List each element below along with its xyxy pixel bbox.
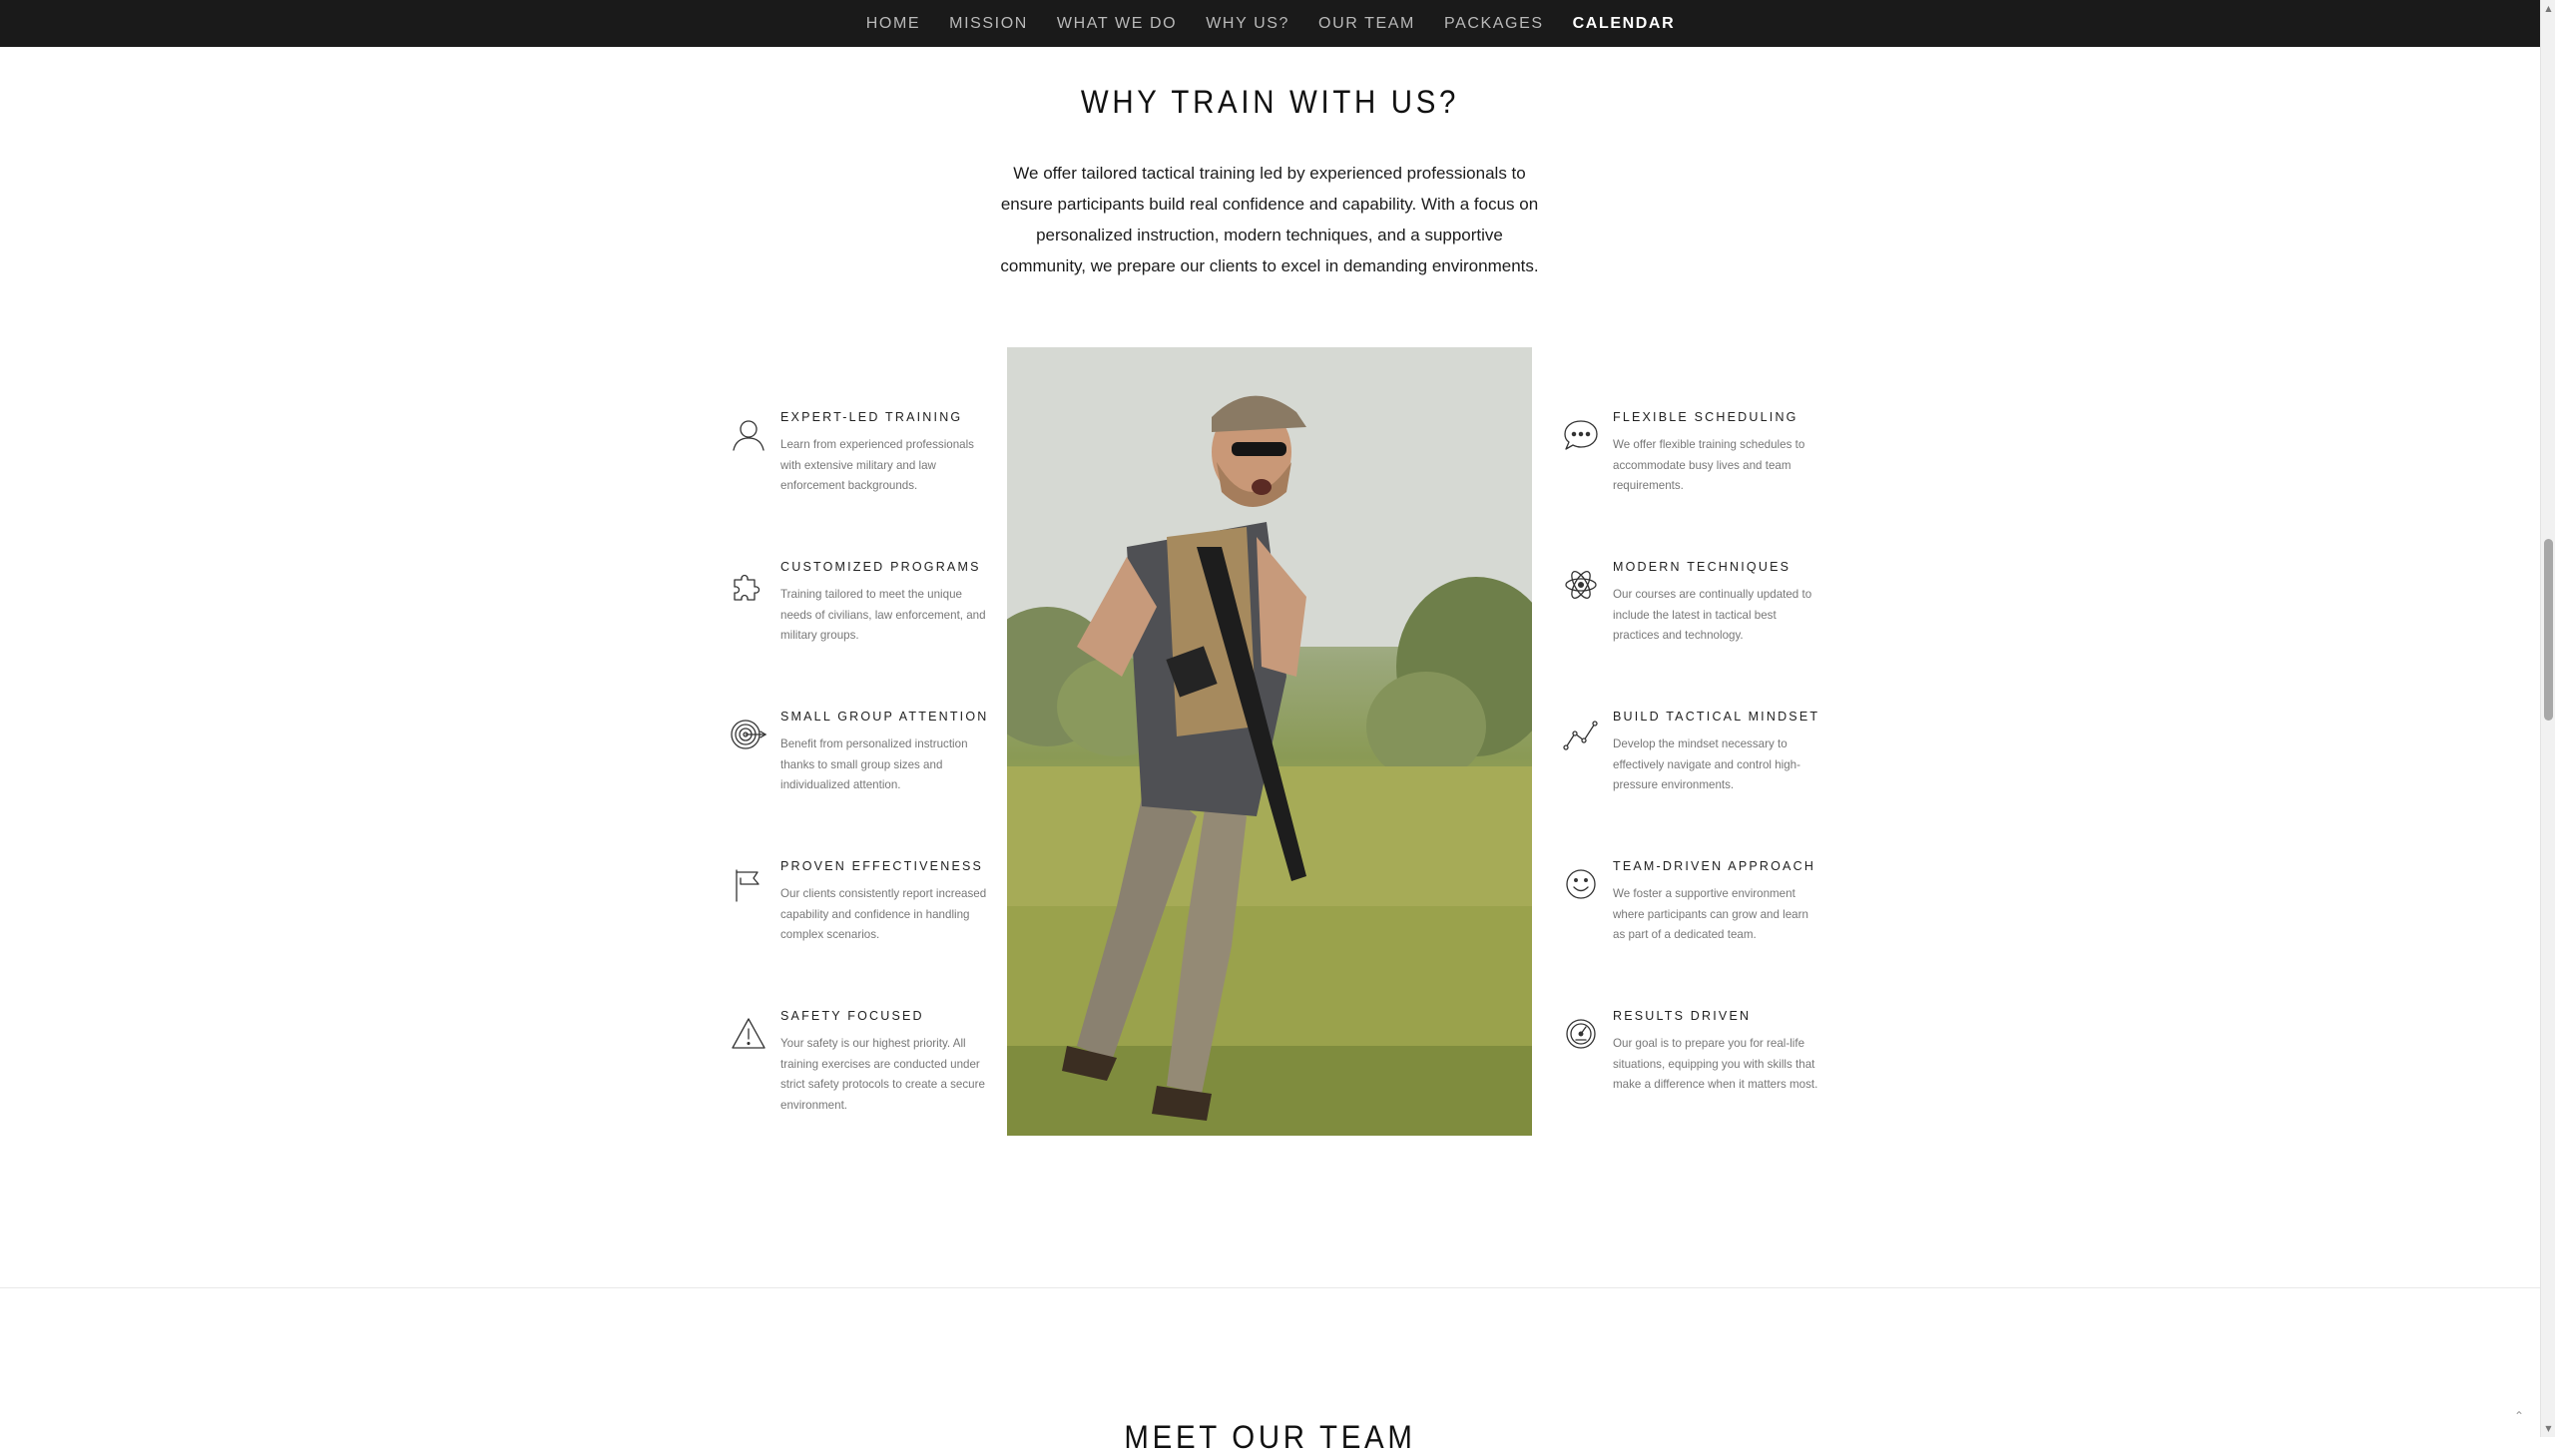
smiley-icon — [1562, 865, 1600, 903]
section-divider — [0, 1287, 2540, 1288]
feature-description: Learn from experienced professionals wit… — [780, 438, 974, 493]
puzzle-icon — [730, 566, 767, 604]
feature-title: EXPERT-LED TRAINING — [780, 410, 963, 424]
feature-title: TEAM-DRIVEN APPROACH — [1613, 859, 1816, 873]
feature-description: Our goal is to prepare you for real-life… — [1613, 1037, 1818, 1092]
feature-title: MODERN TECHNIQUES — [1613, 560, 1791, 574]
nav-item-why-us[interactable]: WHY US? — [1206, 15, 1289, 33]
feature-title: FLEXIBLE SCHEDULING — [1613, 410, 1798, 424]
nav-item-mission[interactable]: MISSION — [949, 15, 1028, 33]
feature-title: SAFETY FOCUSED — [780, 1009, 924, 1023]
feature-description: Your safety is our highest priority. All… — [780, 1037, 985, 1112]
feature-title: RESULTS DRIVEN — [1613, 1009, 1752, 1023]
training-photo — [1007, 347, 1532, 1136]
user-icon — [730, 416, 767, 454]
target-icon — [730, 716, 767, 753]
scroll-to-top-icon[interactable]: ⌃ — [2514, 1409, 2524, 1423]
warning-icon — [730, 1015, 767, 1053]
trend-line-icon — [1562, 716, 1600, 753]
nav-menu: HOME MISSION WHAT WE DO WHY US? OUR TEAM… — [0, 0, 2540, 47]
nav-item-calendar[interactable]: CALENDAR — [1573, 15, 1676, 33]
feature-title: SMALL GROUP ATTENTION — [780, 710, 989, 724]
flag-icon — [730, 865, 767, 903]
feature-description: Our courses are continually updated to i… — [1613, 588, 1812, 643]
speedometer-icon — [1562, 1015, 1600, 1053]
chat-bubble-icon — [1562, 416, 1600, 454]
feature-title: PROVEN EFFECTIVENESS — [780, 859, 984, 873]
feature-description: Our clients consistently report increase… — [780, 887, 987, 942]
nav-item-home[interactable]: HOME — [866, 15, 920, 33]
top-navigation-bar: HOME MISSION WHAT WE DO WHY US? OUR TEAM… — [0, 0, 2540, 47]
feature-description: Develop the mindset necessary to effecti… — [1613, 737, 1800, 792]
feature-description: Training tailored to meet the unique nee… — [780, 588, 986, 643]
nav-item-what-we-do[interactable]: WHAT WE DO — [1057, 15, 1177, 33]
feature-description: We offer flexible training schedules to … — [1613, 438, 1805, 493]
scroll-up-arrow-icon[interactable]: ▲ — [2541, 0, 2555, 17]
scrollbar-thumb[interactable] — [2544, 539, 2553, 721]
section-title-team: MEET OUR TEAM — [1124, 1419, 1416, 1455]
feature-description: Benefit from personalized instruction th… — [780, 737, 968, 792]
atom-icon — [1562, 566, 1600, 604]
section-intro: We offer tailored tactical training led … — [1000, 164, 1539, 275]
scroll-down-arrow-icon[interactable]: ▼ — [2541, 1420, 2555, 1437]
feature-title: CUSTOMIZED PROGRAMS — [780, 560, 981, 574]
page-scrollbar[interactable]: ▲ ▼ — [2540, 0, 2555, 1437]
nav-item-packages[interactable]: PACKAGES — [1444, 15, 1544, 33]
feature-title: BUILD TACTICAL MINDSET — [1613, 710, 1820, 724]
section-title-why: WHY TRAIN WITH US? — [1080, 84, 1460, 120]
nav-item-our-team[interactable]: OUR TEAM — [1318, 15, 1415, 33]
feature-description: We foster a supportive environment where… — [1613, 887, 1808, 942]
